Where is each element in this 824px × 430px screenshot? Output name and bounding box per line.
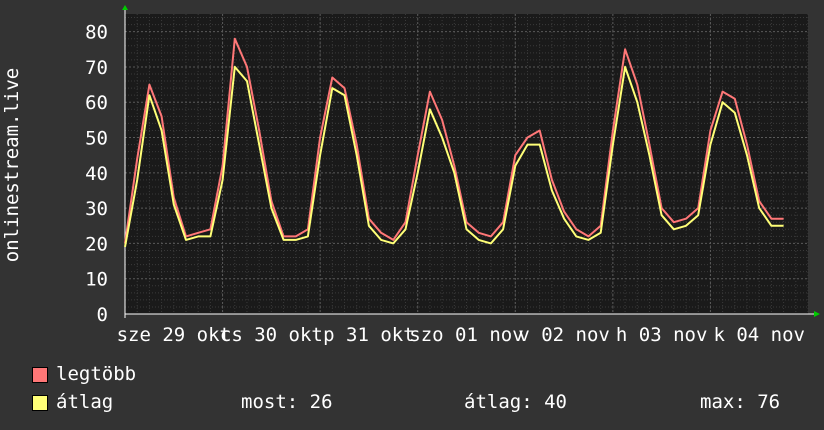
graph-panel: 0 10 20 30 40 50 60 70 80 sze 29 okt cs 30 okt p 31…: [0, 0, 824, 430]
y-tick-label: 70: [85, 57, 108, 79]
x-tick-label: szo 01 nov: [409, 324, 523, 346]
x-tick-label: v 02 nov: [518, 324, 610, 346]
legend-label-max: legtöbb: [56, 363, 137, 385]
y-tick-label: 50: [85, 128, 108, 150]
x-axis-arrow: [814, 311, 820, 317]
legend-label-avg: átlag: [56, 391, 114, 413]
y-tick-label: 60: [85, 92, 108, 114]
legend-swatch-avg: [32, 395, 48, 411]
legend-swatch-max: [32, 367, 48, 383]
y-axis-arrow: [122, 5, 128, 10]
traffic-chart: 0 10 20 30 40 50 60 70 80 sze 29 oktcs 30 okt p 31…: [85, 5, 820, 346]
stat-current: most: 26: [241, 391, 333, 413]
y-tick-label: 80: [85, 22, 108, 44]
y-tick-label: 40: [85, 163, 108, 185]
x-tick-label: p 31 okt: [323, 324, 415, 346]
y-tick-label: 30: [85, 198, 108, 220]
x-tick-label: cs 30 okt: [220, 324, 323, 346]
stat-average: átlag: 40: [464, 391, 567, 413]
x-tick-label: k 04 nov: [713, 324, 805, 346]
y-tick-label: 20: [85, 233, 108, 255]
y-tick-label: 0: [97, 304, 108, 326]
y-axis-label: onlinestream.live: [1, 67, 23, 263]
x-tick-label: h 03 nov: [616, 324, 708, 346]
y-tick-label: 10: [85, 269, 108, 291]
stat-maximum: max: 76: [700, 391, 781, 413]
x-tick-label: sze 29 okt: [117, 324, 231, 346]
